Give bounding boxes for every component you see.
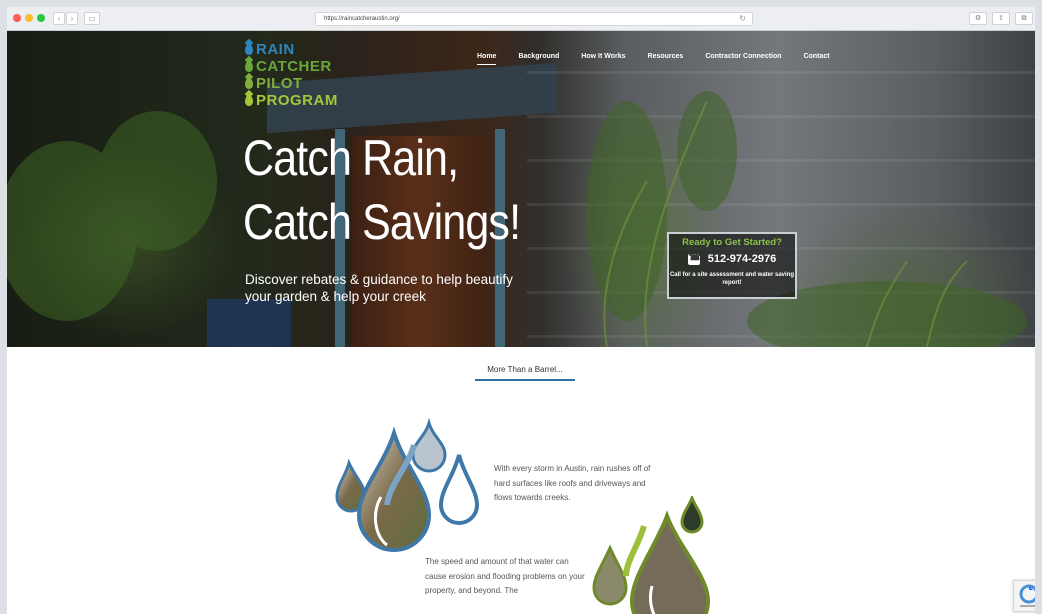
extensions-button[interactable]: ⚙ xyxy=(969,12,987,25)
address-url: https://raincatcheraustin.org/ xyxy=(324,16,400,22)
water-drop-icon xyxy=(245,78,253,89)
logo-line-rain: RAIN xyxy=(245,41,338,58)
water-drop-icon xyxy=(245,44,253,55)
cta-phone-number[interactable]: 512-974-2976 xyxy=(708,253,777,265)
nav-item-resources[interactable]: Resources xyxy=(648,53,684,65)
address-bar[interactable]: https://raincatcheraustin.org/ ↻ xyxy=(315,12,753,26)
browser-window: ‹ › ▭ https://raincatcheraustin.org/ ↻ ⚙… xyxy=(7,7,1035,614)
logo-text-pilot: PILOT xyxy=(256,75,303,92)
logo-line-pilot: PILOT xyxy=(245,75,338,92)
hero-headline-line1: Catch Rain, xyxy=(243,130,459,186)
phone-icon xyxy=(687,252,701,265)
hero-headline: Catch Rain, Catch Savings! xyxy=(243,126,521,254)
main-nav: Home Background How It Works Resources C… xyxy=(477,53,852,65)
cta-phone-row[interactable]: 512-974-2976 xyxy=(669,252,795,265)
back-button[interactable]: ‹ xyxy=(53,12,65,25)
zoom-window-button[interactable] xyxy=(37,14,45,22)
water-drop-icon xyxy=(245,95,253,106)
logo-line-catcher: CATCHER xyxy=(245,58,338,75)
browser-toolbar: ‹ › ▭ https://raincatcheraustin.org/ ↻ ⚙… xyxy=(7,7,1035,31)
nav-item-contact[interactable]: Contact xyxy=(804,53,830,65)
nav-item-background[interactable]: Background xyxy=(518,53,559,65)
close-window-button[interactable] xyxy=(13,14,21,22)
nav-item-contractor-connection[interactable]: Contractor Connection xyxy=(705,53,781,65)
recaptcha-icon xyxy=(1019,584,1035,607)
cta-title: Ready to Get Started? xyxy=(682,237,782,248)
cta-note: Call for a site assessment and water sav… xyxy=(669,272,795,286)
tab-more-than-a-barrel[interactable]: More Than a Barrel... xyxy=(475,365,575,381)
hero-banner: RAIN CATCHER PILOT PROGRAM Home Backgrou… xyxy=(7,31,1035,347)
water-drop-icon xyxy=(245,61,253,72)
hero-headline-line2: Catch Savings! xyxy=(243,194,521,250)
sidebar-toggle-icon[interactable]: ▭ xyxy=(84,12,100,25)
site-logo[interactable]: RAIN CATCHER PILOT PROGRAM xyxy=(245,41,338,109)
tabs-button[interactable]: ⧉ xyxy=(1015,12,1033,25)
forward-button[interactable]: › xyxy=(66,12,78,25)
hero-subline: Discover rebates & guidance to help beau… xyxy=(245,272,513,304)
nav-item-how-it-works[interactable]: How It Works xyxy=(581,53,625,65)
reload-icon[interactable]: ↻ xyxy=(739,13,746,25)
logo-text-program: PROGRAM xyxy=(256,92,338,109)
minimize-window-button[interactable] xyxy=(25,14,33,22)
rain-drops-illustration-blue xyxy=(335,417,480,552)
share-button[interactable]: ⇪ xyxy=(992,12,1010,25)
recaptcha-badge[interactable] xyxy=(1013,580,1035,612)
cta-box[interactable]: Ready to Get Started? 512-974-2976 Call … xyxy=(667,232,797,299)
rain-drops-illustration-green xyxy=(592,496,711,614)
section-paragraph-2: The speed and amount of that water can c… xyxy=(425,557,585,595)
logo-line-program: PROGRAM xyxy=(245,92,338,109)
nav-item-home[interactable]: Home xyxy=(477,53,497,65)
section-paragraph-1: With every storm in Austin, rain rushes … xyxy=(494,464,651,502)
logo-text-rain: RAIN xyxy=(256,41,295,58)
logo-text-catcher: CATCHER xyxy=(256,58,332,75)
